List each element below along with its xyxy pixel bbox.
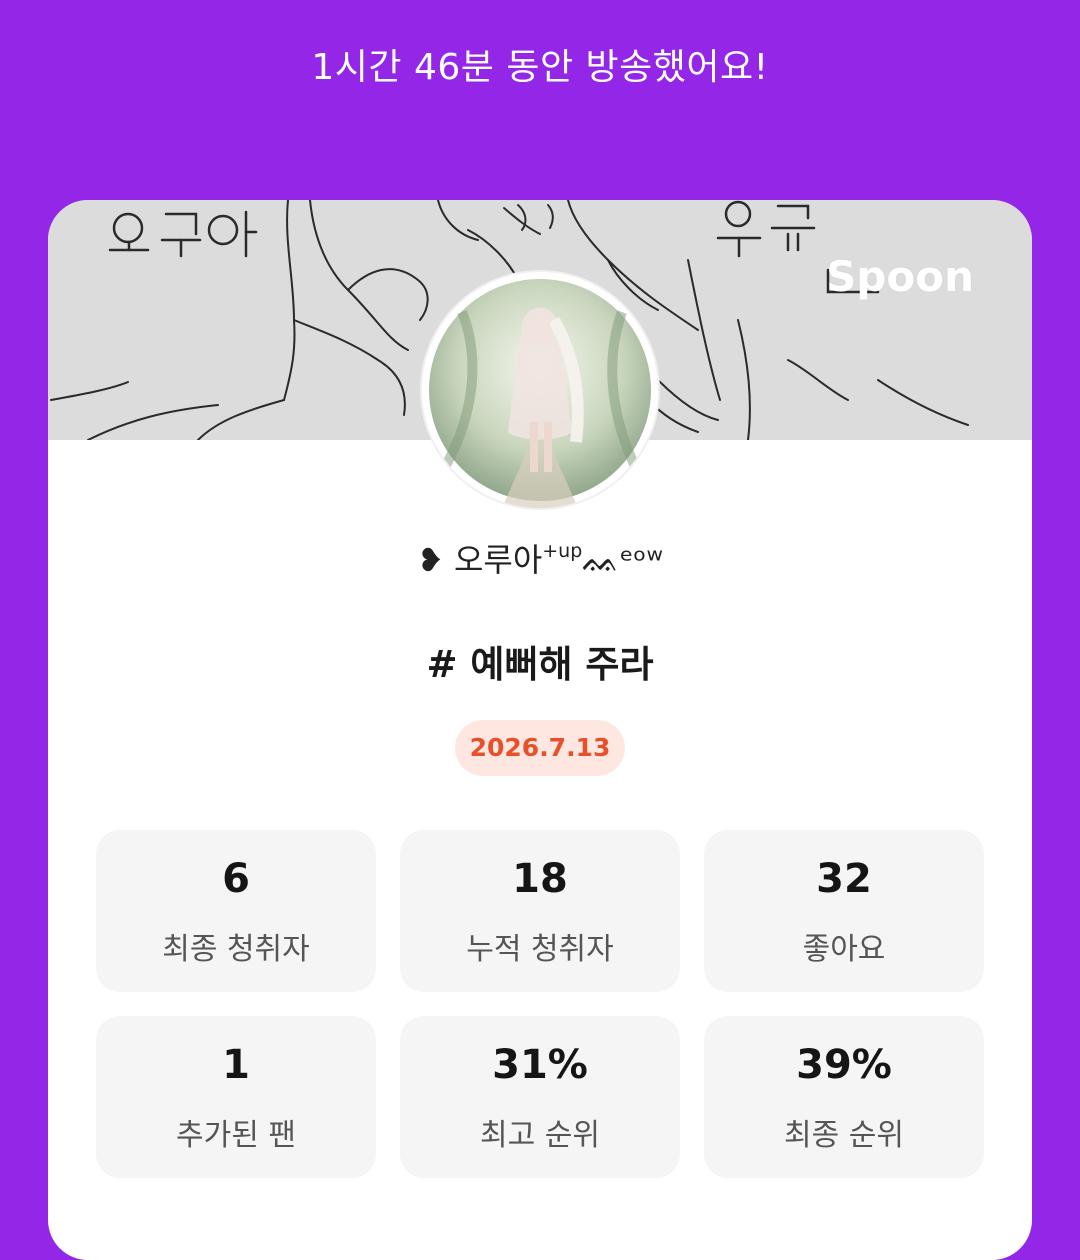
nickname-main: ❥ 오루아: [416, 541, 543, 579]
stat-label: 최종 순위: [784, 1118, 904, 1153]
stat-value: 31%: [492, 1042, 588, 1088]
stat-label: 최고 순위: [480, 1118, 600, 1153]
stat-best-rank: 31% 최고 순위: [400, 1016, 680, 1178]
spoon-logo: Spoon: [826, 252, 974, 301]
stat-value: 6: [222, 856, 250, 902]
stat-value: 18: [512, 856, 568, 902]
stats-grid: 6 최종 청취자 18 누적 청취자 32 좋아요 1 추가된 팬 31% 최고…: [96, 830, 984, 1178]
avatar[interactable]: [422, 272, 658, 508]
broadcast-summary-card: Spoon ❥ 오루아+upᨐᵉᵒʷ # 예뻐해 주라 2026.7.13 6 …: [48, 200, 1032, 1260]
broadcast-date-badge: 2026.7.13: [455, 720, 625, 776]
stat-total-listeners: 18 누적 청취자: [400, 830, 680, 992]
avatar-image: [423, 273, 657, 508]
stat-label: 누적 청취자: [466, 932, 614, 967]
nickname-superscript: +up: [542, 540, 583, 562]
stat-label: 좋아요: [802, 932, 886, 967]
stat-label: 최종 청취자: [162, 932, 310, 967]
nickname-tail: ᨐᵉᵒʷ: [582, 541, 664, 579]
stat-label: 추가된 팬: [176, 1118, 296, 1153]
broadcast-duration-title: 1시간 46분 동안 방송했어요!: [311, 47, 769, 88]
stat-final-rank: 39% 최종 순위: [704, 1016, 984, 1178]
stat-value: 1: [222, 1042, 250, 1088]
stat-likes: 32 좋아요: [704, 830, 984, 992]
dj-nickname[interactable]: ❥ 오루아+upᨐᵉᵒʷ: [48, 526, 1032, 585]
stat-value: 32: [816, 856, 872, 902]
broadcast-title: # 예뻐해 주라: [426, 643, 654, 686]
stat-new-fans: 1 추가된 팬: [96, 1016, 376, 1178]
stat-value: 39%: [796, 1042, 892, 1088]
stat-final-listeners: 6 최종 청취자: [96, 830, 376, 992]
